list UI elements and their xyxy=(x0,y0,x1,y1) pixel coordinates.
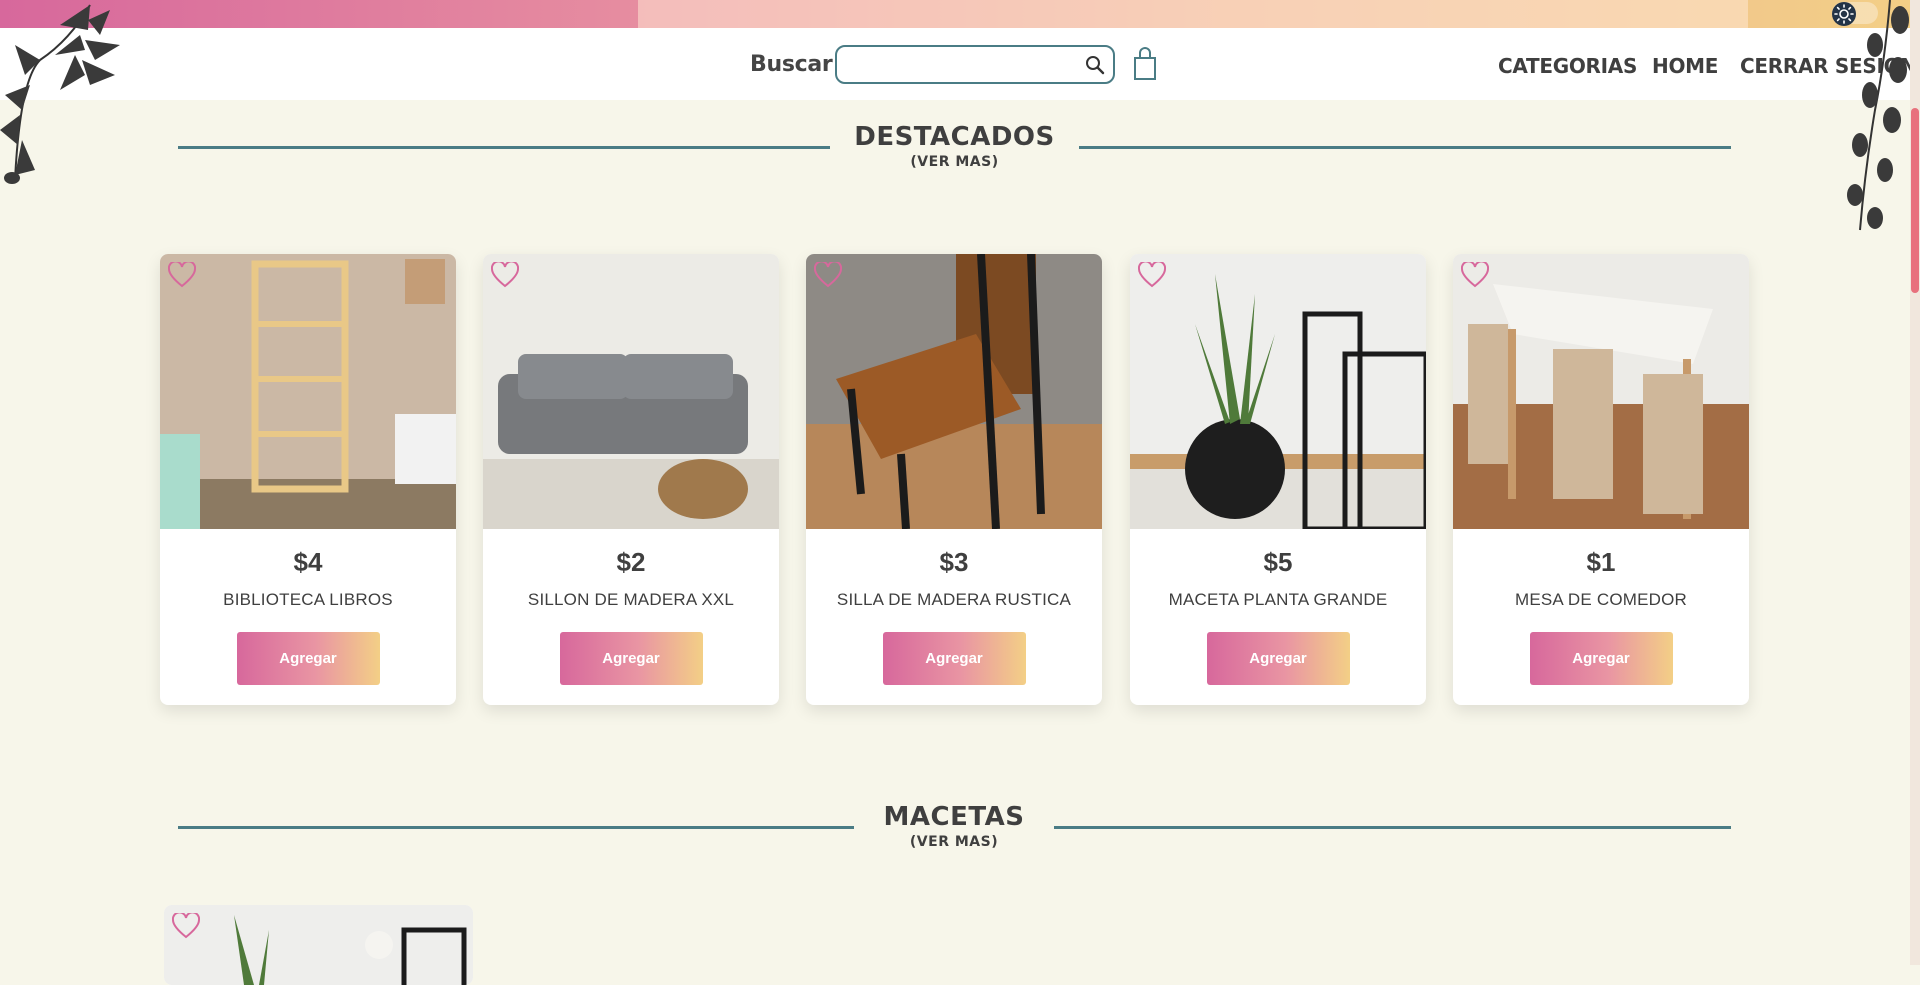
product-image xyxy=(1130,254,1426,529)
search-input[interactable] xyxy=(847,47,1081,81)
heart-icon[interactable] xyxy=(172,913,200,939)
section-macetas: MACETAS (VER MAS) xyxy=(854,802,1054,850)
ver-mas-link[interactable]: (VER MAS) xyxy=(830,154,1079,170)
product-card: $1 MESA DE COMEDOR Agregar xyxy=(1453,254,1749,705)
add-to-cart-button[interactable]: Agregar xyxy=(1529,632,1673,685)
product-image xyxy=(164,905,473,985)
product-card xyxy=(164,905,473,985)
section-divider-left xyxy=(178,146,830,149)
product-price: $5 xyxy=(1263,547,1293,577)
leaf-vine-decoration xyxy=(0,4,120,184)
search-label: Buscar xyxy=(750,52,833,77)
product-image xyxy=(160,254,456,529)
product-price: $2 xyxy=(616,547,646,577)
add-to-cart-button[interactable]: Agregar xyxy=(236,632,380,685)
nav-home[interactable]: HOME xyxy=(1652,54,1718,78)
product-name: MACETA PLANTA GRANDE xyxy=(1168,590,1388,609)
leaf-vine-decoration xyxy=(1847,0,1909,231)
section-title: DESTACADOS xyxy=(854,122,1055,152)
heart-icon[interactable] xyxy=(168,262,196,288)
product-image xyxy=(806,254,1102,529)
product-image xyxy=(483,254,779,529)
add-to-cart-button[interactable]: Agregar xyxy=(1206,632,1350,685)
product-name: MESA DE COMEDOR xyxy=(1514,590,1688,609)
heart-icon[interactable] xyxy=(814,262,842,288)
search-field[interactable] xyxy=(835,45,1115,84)
ver-mas-link[interactable]: (VER MAS) xyxy=(854,834,1054,850)
add-to-cart-button[interactable]: Agregar xyxy=(882,632,1026,685)
heart-icon[interactable] xyxy=(1461,262,1489,288)
product-name: SILLON DE MADERA XXL xyxy=(527,590,735,609)
scrollbar-thumb[interactable] xyxy=(1911,108,1919,293)
product-card: $5 MACETA PLANTA GRANDE Agregar xyxy=(1130,254,1426,705)
product-price: $1 xyxy=(1586,547,1616,577)
section-divider-right xyxy=(1079,146,1731,149)
section-destacados: DESTACADOS (VER MAS) xyxy=(830,122,1079,170)
heart-icon[interactable] xyxy=(491,262,519,288)
product-price: $4 xyxy=(293,547,323,577)
product-card: $4 BIBLIOTECA LIBROS Agregar xyxy=(160,254,456,705)
add-to-cart-button[interactable]: Agregar xyxy=(559,632,703,685)
product-image xyxy=(1453,254,1749,529)
section-title: MACETAS xyxy=(883,802,1025,832)
nav-categorias[interactable]: CATEGORIAS xyxy=(1498,54,1637,78)
shopping-bag-icon[interactable] xyxy=(1132,46,1158,82)
section-divider-left xyxy=(178,826,854,829)
product-price: $3 xyxy=(939,547,969,577)
product-card: $3 SILLA DE MADERA RUSTICA Agregar xyxy=(806,254,1102,705)
product-name: SILLA DE MADERA RUSTICA xyxy=(836,590,1072,609)
search-icon[interactable] xyxy=(1085,55,1105,75)
section-divider-right xyxy=(1054,826,1731,829)
product-name: BIBLIOTECA LIBROS xyxy=(223,590,393,609)
heart-icon[interactable] xyxy=(1138,262,1166,288)
product-card: $2 SILLON DE MADERA XXL Agregar xyxy=(483,254,779,705)
page-scrollbar[interactable] xyxy=(1910,0,1920,965)
